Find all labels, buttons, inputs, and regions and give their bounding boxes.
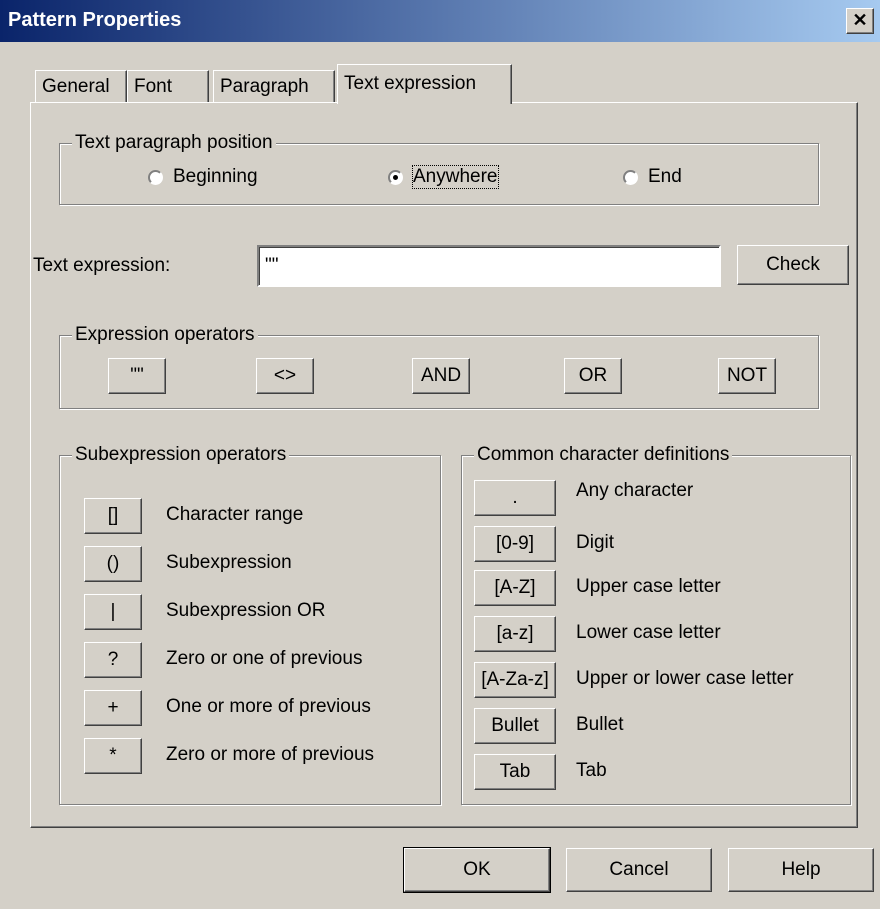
position-group-legend: Text paragraph position xyxy=(72,132,276,154)
radio-anywhere[interactable]: Anywhere xyxy=(388,165,499,189)
def-digit-button[interactable]: [0-9] xyxy=(474,526,556,562)
tab-paragraph[interactable]: Paragraph xyxy=(213,70,335,102)
radio-circle xyxy=(623,169,638,185)
subexpr-desc: Zero or more of previous xyxy=(166,744,375,765)
subexpression-operators-legend: Subexpression operators xyxy=(72,444,290,466)
def-desc: Digit xyxy=(576,532,615,553)
subexpr-group-button[interactable]: () xyxy=(84,546,142,582)
tab-panel: Text paragraph position Beginning Anywhe… xyxy=(30,102,858,828)
expression-operators-legend: Expression operators xyxy=(72,324,258,346)
def-desc: Any character xyxy=(576,480,694,501)
tab-font[interactable]: Font xyxy=(127,70,209,102)
def-desc: Upper or lower case letter xyxy=(576,668,794,689)
subexpr-plus-button[interactable]: + xyxy=(84,690,142,726)
common-definitions-group: Common character definitions . Any chara… xyxy=(461,444,851,805)
text-expression-input[interactable] xyxy=(257,245,721,287)
tab-general[interactable]: General xyxy=(35,70,127,102)
text-expression-label: Text expression: xyxy=(33,255,171,276)
subexpression-operators-group: Subexpression operators [] Character ran… xyxy=(59,444,441,805)
subexpr-desc: Character range xyxy=(166,504,304,525)
ok-button[interactable]: OK xyxy=(403,847,551,893)
subexpr-desc: Subexpression xyxy=(166,552,292,573)
title-bar: Pattern Properties ✕ xyxy=(0,0,880,42)
cancel-button[interactable]: Cancel xyxy=(566,848,712,892)
expression-operators-group: Expression operators "" <> AND OR NOT xyxy=(59,324,819,409)
check-button[interactable]: Check xyxy=(737,245,849,285)
radio-circle xyxy=(148,169,163,185)
def-desc: Lower case letter xyxy=(576,622,721,643)
def-desc: Upper case letter xyxy=(576,576,721,597)
def-desc: Tab xyxy=(576,760,607,781)
def-any-button[interactable]: . xyxy=(474,480,556,516)
tab-text-expression[interactable]: Text expression xyxy=(337,64,512,104)
subexpr-desc: Subexpression OR xyxy=(166,600,326,621)
operator-not-button[interactable]: NOT xyxy=(718,358,776,394)
operator-angle-button[interactable]: <> xyxy=(256,358,314,394)
def-upper-button[interactable]: [A-Z] xyxy=(474,570,556,606)
common-definitions-legend: Common character definitions xyxy=(474,444,733,466)
def-lower-button[interactable]: [a-z] xyxy=(474,616,556,652)
subexpr-range-button[interactable]: [] xyxy=(84,498,142,534)
radio-circle-checked xyxy=(388,169,403,185)
def-tab-button[interactable]: Tab xyxy=(474,754,556,790)
def-letter-button[interactable]: [A-Za-z] xyxy=(474,662,556,698)
radio-beginning[interactable]: Beginning xyxy=(148,166,258,188)
radio-label: End xyxy=(648,166,682,187)
subexpr-desc: Zero or one of previous xyxy=(166,648,363,669)
subexpr-or-button[interactable]: | xyxy=(84,594,142,630)
window-title: Pattern Properties xyxy=(8,9,182,31)
close-button[interactable]: ✕ xyxy=(846,8,874,34)
position-group: Text paragraph position Beginning Anywhe… xyxy=(59,132,819,205)
radio-end[interactable]: End xyxy=(623,166,682,188)
def-bullet-button[interactable]: Bullet xyxy=(474,708,556,744)
radio-label: Beginning xyxy=(173,166,258,187)
operator-and-button[interactable]: AND xyxy=(412,358,470,394)
radio-label: Anywhere xyxy=(412,165,499,189)
subexpr-star-button[interactable]: * xyxy=(84,738,142,774)
operator-or-button[interactable]: OR xyxy=(564,358,622,394)
help-button[interactable]: Help xyxy=(728,848,874,892)
operator-quotes-button[interactable]: "" xyxy=(108,358,166,394)
subexpr-optional-button[interactable]: ? xyxy=(84,642,142,678)
subexpr-desc: One or more of previous xyxy=(166,696,371,717)
def-desc: Bullet xyxy=(576,714,624,735)
